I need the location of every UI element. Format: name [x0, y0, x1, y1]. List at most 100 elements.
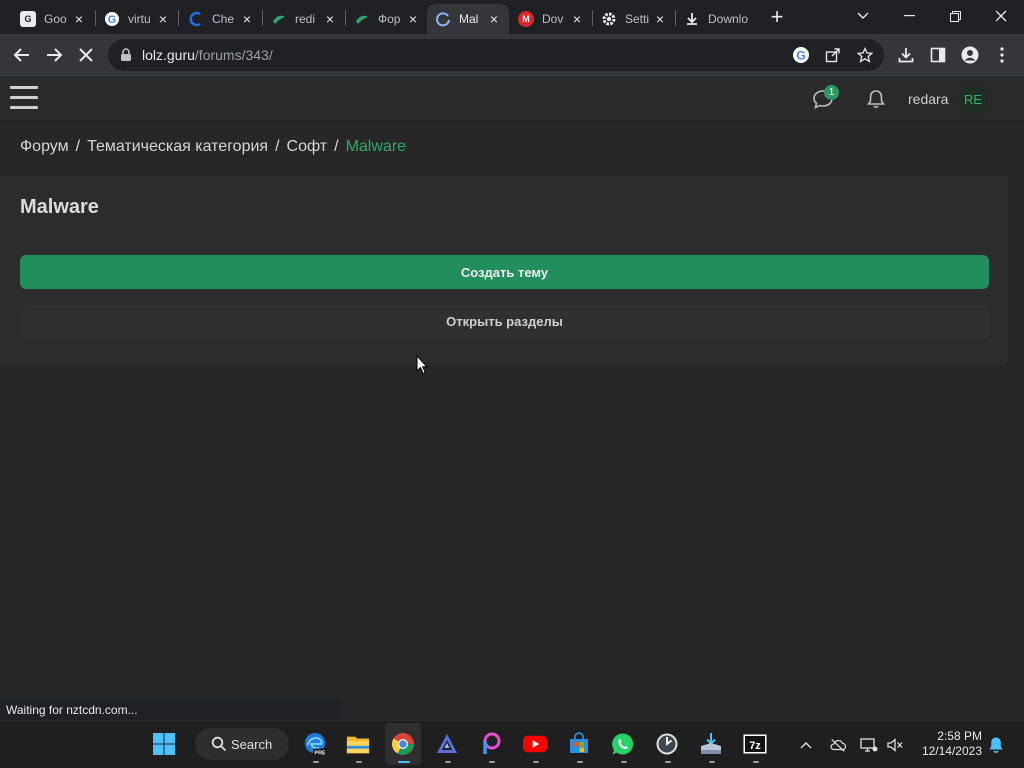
hamburger-menu-icon[interactable] [10, 86, 38, 110]
lolz-icon [354, 11, 370, 27]
bookmark-star-icon[interactable] [856, 46, 874, 64]
close-tab-icon[interactable]: × [487, 12, 501, 26]
close-tab-icon[interactable]: × [72, 12, 86, 26]
breadcrumb: Форум / Тематическая категория / Софт / Malwar… [20, 138, 406, 156]
minimize-button[interactable] [886, 0, 932, 32]
open-sections-button[interactable]: Открыть разделы [20, 305, 989, 338]
file-explorer-icon[interactable] [346, 732, 370, 756]
tab-virtual[interactable]: G virtu × [96, 4, 178, 34]
avatar[interactable]: RE [958, 85, 988, 115]
microsoft-store-icon[interactable] [567, 732, 591, 756]
close-tab-icon[interactable]: × [406, 12, 420, 26]
status-bubble: Waiting for nztcdn.com... [0, 699, 340, 720]
tab-redirect[interactable]: redi × [263, 4, 345, 34]
breadcrumb-separator: / [75, 138, 81, 155]
svg-text:G: G [796, 49, 805, 63]
clock-time: 2:58 PM [937, 729, 982, 743]
tab-downloads[interactable]: Downlo [676, 4, 758, 34]
breadcrumb-thematic-category[interactable]: Тематическая категория [87, 138, 268, 155]
breadcrumb-current: Malware [345, 138, 407, 155]
tab-title: Goo [44, 12, 67, 26]
tab-title: Setti [625, 12, 650, 26]
clock-app-icon[interactable] [655, 732, 679, 756]
breadcrumb-forum[interactable]: Форум [20, 138, 69, 155]
lock-icon[interactable] [120, 48, 132, 67]
whatsapp-icon[interactable] [611, 732, 635, 756]
svg-text:G: G [108, 14, 117, 26]
7zip-icon[interactable]: 7z [743, 732, 767, 756]
svg-text:PRE: PRE [314, 751, 326, 757]
close-tab-icon[interactable]: × [156, 12, 170, 26]
picsart-icon[interactable] [479, 732, 503, 756]
tab-google-docs[interactable]: G Goo × [12, 4, 94, 34]
volume-muted-icon[interactable] [886, 736, 904, 754]
page-title: Malware [20, 196, 99, 218]
edge-beta-icon[interactable]: PRE [303, 732, 327, 757]
tab-malware[interactable]: Mal × [427, 4, 509, 34]
restore-button[interactable] [932, 0, 978, 32]
loading-icon [435, 11, 451, 27]
onedrive-offline-icon[interactable] [829, 736, 847, 754]
tab-download-mega[interactable]: M Dov × [510, 4, 592, 34]
breadcrumb-separator: / [275, 138, 280, 155]
forward-button[interactable] [42, 43, 66, 67]
notifications-bell-icon[interactable] [865, 88, 887, 110]
close-tab-icon[interactable]: × [323, 12, 337, 26]
messages-badge: 1 [824, 85, 839, 100]
notification-bell-icon[interactable] [987, 736, 1005, 754]
close-tab-icon[interactable]: × [570, 12, 584, 26]
close-window-button[interactable] [978, 0, 1024, 32]
url-text[interactable]: lolz.guru/forums/343/ [142, 47, 273, 63]
tab-title: Che [212, 12, 235, 26]
username[interactable]: redara [908, 91, 948, 107]
browser-toolbar: lolz.guru/forums/343/ G [0, 34, 1024, 76]
codeium-icon [188, 11, 204, 27]
mega-icon: M [518, 11, 534, 27]
tab-title: Dov [542, 12, 564, 26]
close-tab-icon[interactable]: × [653, 12, 667, 26]
tab-settings[interactable]: Setti × [593, 4, 675, 34]
tab-title: Downlo [708, 12, 749, 26]
breadcrumb-soft[interactable]: Софт [287, 138, 328, 155]
tab-forum[interactable]: Фор × [346, 4, 428, 34]
breadcrumb-separator: / [334, 138, 339, 155]
network-icon[interactable] [860, 736, 878, 754]
taskbar-search[interactable]: Search [195, 728, 289, 760]
chrome-icon[interactable] [391, 732, 415, 756]
google-lens-icon[interactable]: G [792, 46, 810, 64]
profile-icon[interactable] [958, 43, 982, 67]
tab-title: virtu [128, 12, 151, 26]
show-hidden-icons-chevron-icon[interactable] [797, 736, 815, 754]
youtube-icon[interactable] [523, 732, 547, 756]
gear-icon [601, 11, 617, 27]
app-triangle-icon[interactable] [435, 732, 459, 756]
new-tab-button[interactable]: + [766, 6, 788, 29]
google-docs-icon: G [20, 11, 36, 27]
clock-date: 12/14/2023 [921, 744, 982, 758]
tab-checker[interactable]: Che × [180, 4, 262, 34]
google-icon: G [104, 11, 120, 27]
search-icon [211, 736, 227, 752]
tab-search-button[interactable] [840, 0, 886, 32]
address-bar[interactable]: lolz.guru/forums/343/ G [108, 39, 884, 71]
site-header [0, 77, 1024, 121]
svg-text:7z: 7z [749, 740, 761, 752]
side-panel-button[interactable] [926, 43, 950, 67]
menu-kebab-icon[interactable] [990, 43, 1014, 67]
tab-strip: G Goo × G virtu × Che × redi × Фор × Mal… [0, 0, 1024, 34]
tab-title: Фор [378, 12, 401, 26]
create-thread-button[interactable]: Создать тему [20, 255, 989, 289]
windows-start-icon[interactable] [152, 732, 176, 756]
lolz-icon [271, 11, 287, 27]
share-icon[interactable] [824, 46, 842, 64]
downloads-button[interactable] [894, 43, 918, 67]
tab-title: redi [295, 12, 316, 26]
back-button[interactable] [10, 43, 34, 67]
mouse-cursor-icon [416, 354, 429, 380]
search-label: Search [231, 737, 273, 752]
close-tab-icon[interactable]: × [240, 12, 254, 26]
taskbar-clock[interactable]: 2:58 PM 12/14/2023 [916, 729, 982, 759]
stop-loading-button[interactable] [74, 43, 98, 67]
installer-icon[interactable] [699, 732, 723, 756]
tab-title: Mal [459, 12, 479, 26]
